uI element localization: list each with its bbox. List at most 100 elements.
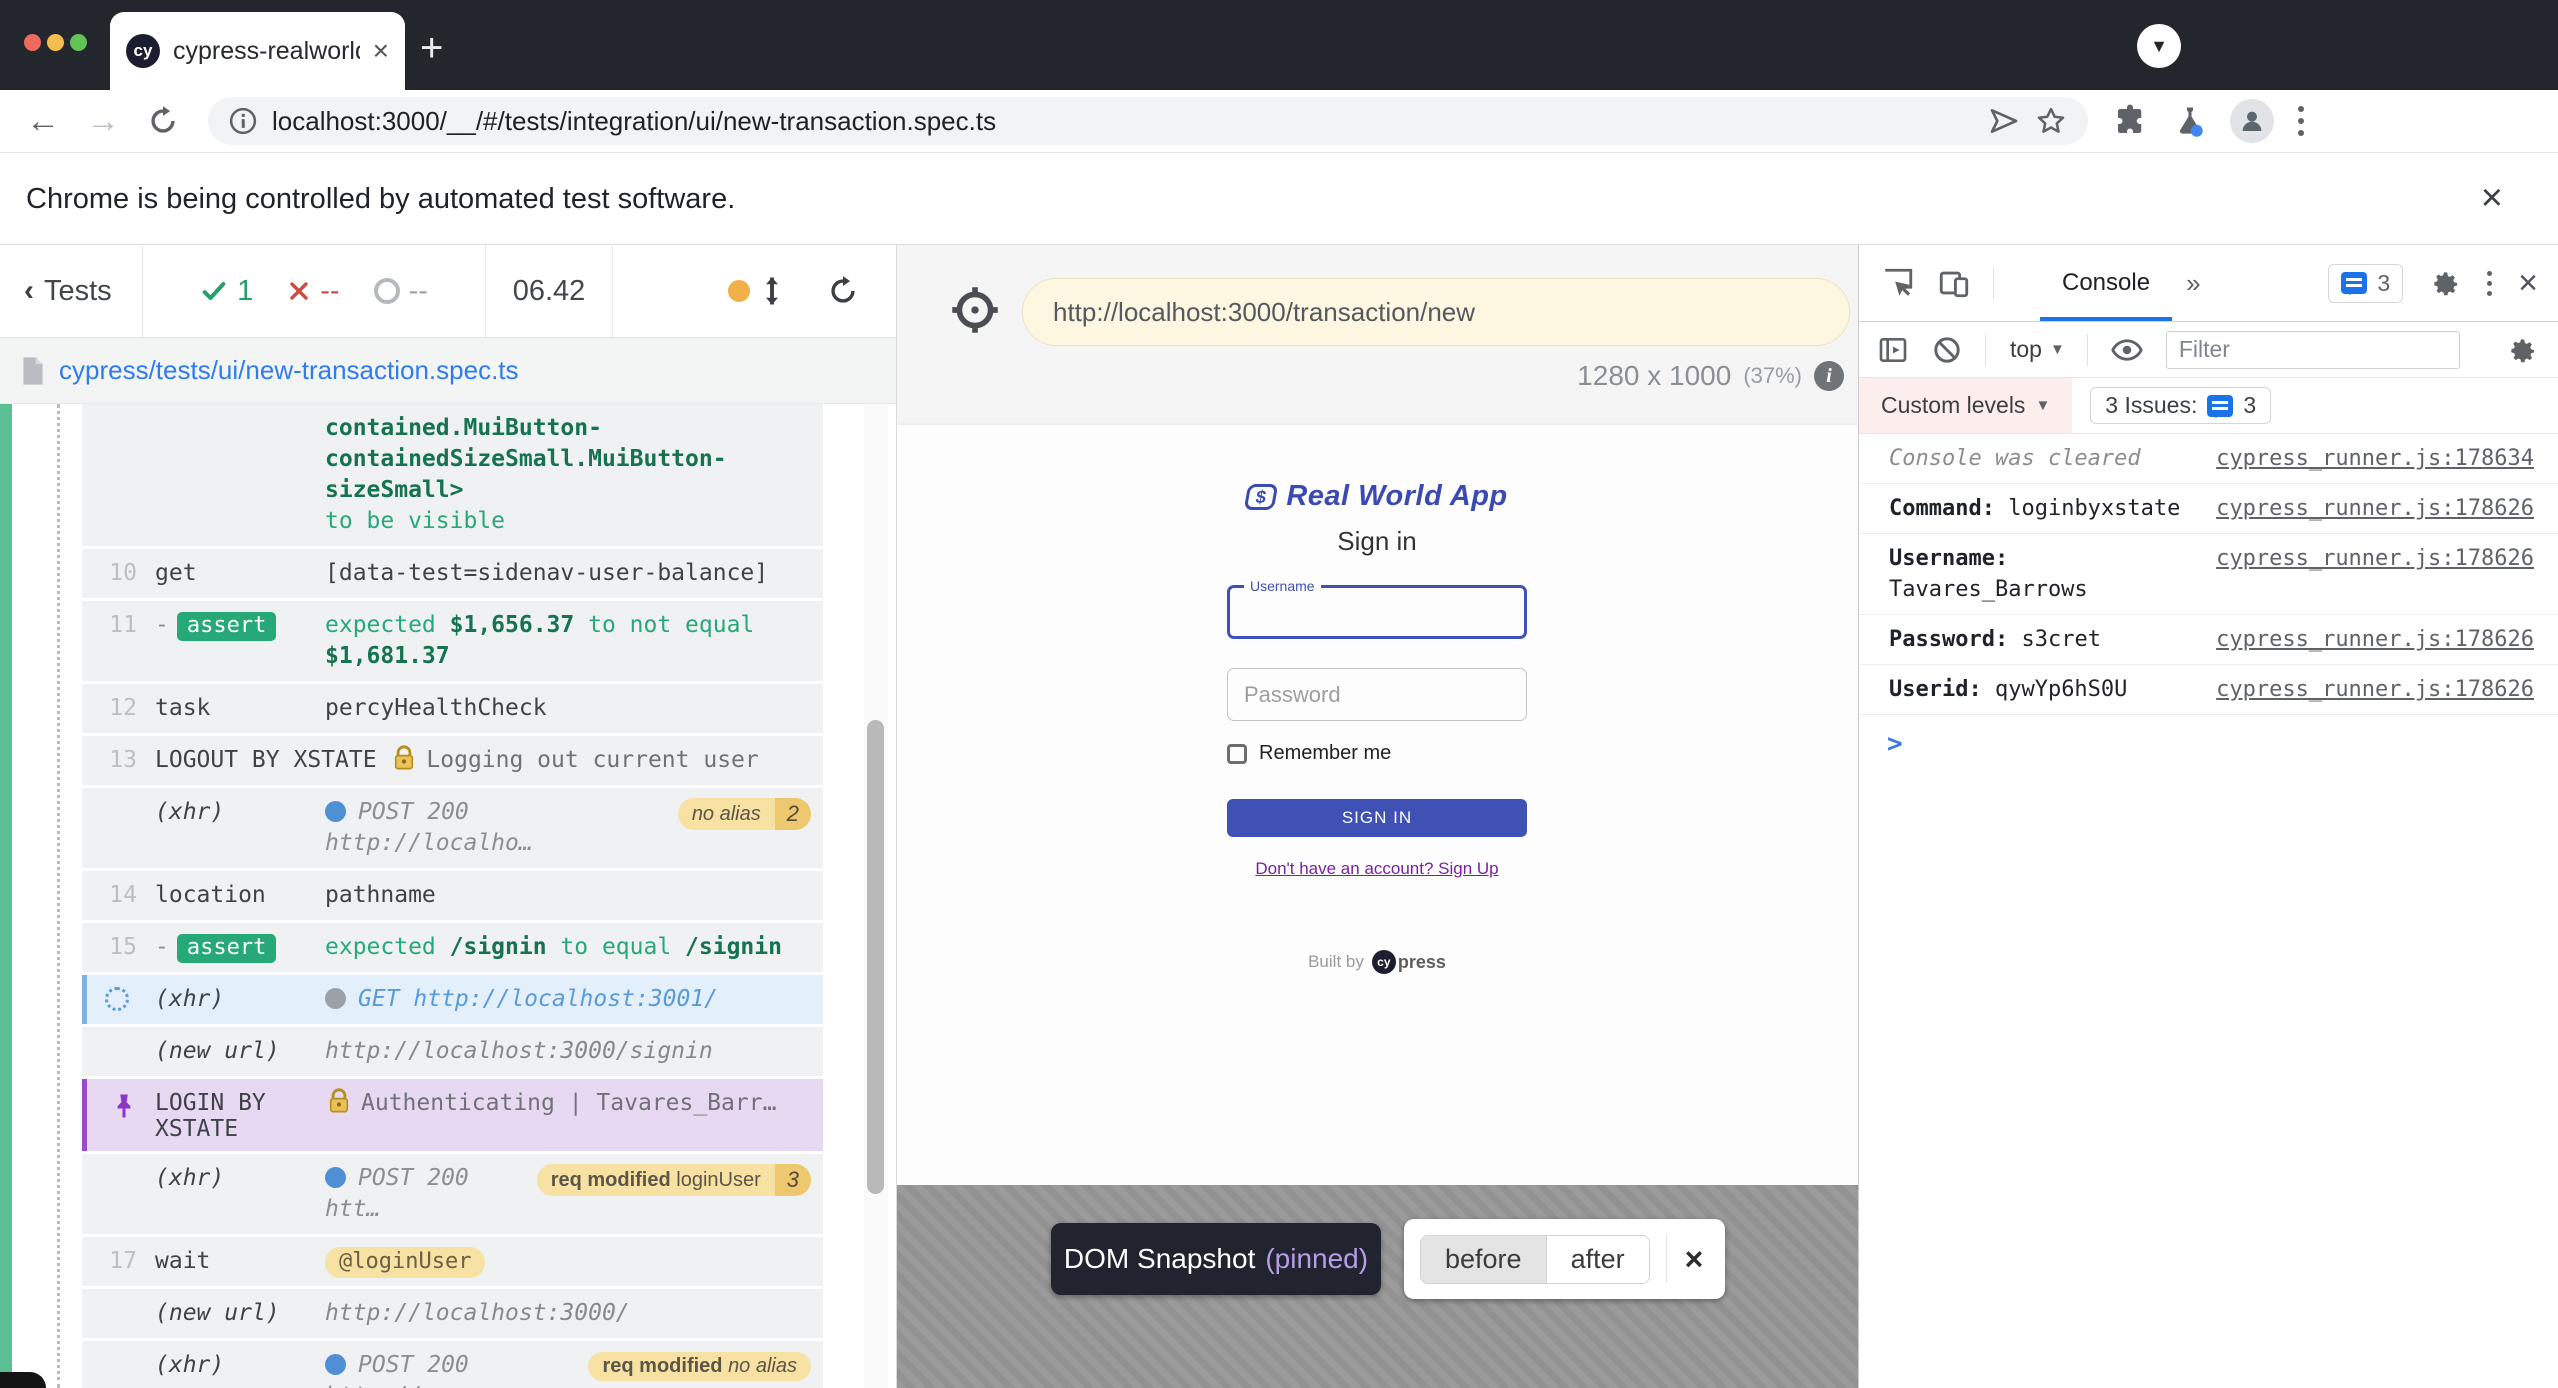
bookmark-star-icon[interactable]: [2034, 104, 2068, 138]
password-field[interactable]: Password: [1227, 668, 1527, 721]
selector-playground-icon[interactable]: [949, 284, 1001, 336]
command-row[interactable]: (xhr) GET http://localhost:3001/: [82, 975, 823, 1024]
page-info-icon[interactable]: [228, 106, 258, 136]
browser-tab[interactable]: cy cypress-realworld-app ×: [110, 12, 405, 90]
profile-avatar[interactable]: [2230, 99, 2274, 143]
console-settings-gear-icon[interactable]: [2506, 334, 2538, 366]
back-to-tests-button[interactable]: ‹ Tests: [0, 245, 142, 337]
snapshot-controls: before after ×: [1404, 1219, 1726, 1299]
viewport-info-icon[interactable]: i: [1814, 361, 1844, 391]
scrollbar-thumb[interactable]: [867, 720, 884, 1194]
devtools-close-icon[interactable]: ×: [2518, 266, 2538, 300]
command-row[interactable]: 12 task percyHealthCheck: [82, 684, 823, 733]
aut-url-field[interactable]: http://localhost:3000/transaction/new: [1022, 278, 1850, 346]
source-location-link[interactable]: cypress_runner.js:178626: [2216, 674, 2534, 705]
browser-menu-icon[interactable]: [2298, 106, 2304, 136]
reporter-scrollbar[interactable]: [864, 404, 888, 1388]
devtools-menu-icon[interactable]: [2487, 270, 2493, 296]
command-row[interactable]: (xhr) POST 200 http://… req modified no al…: [82, 1341, 823, 1388]
command-message: Authenticating | Tavares_Barr…: [325, 1088, 793, 1119]
before-button[interactable]: before: [1421, 1235, 1547, 1283]
divider: [1985, 333, 1986, 366]
remember-me-checkbox[interactable]: [1227, 743, 1247, 764]
new-tab-button[interactable]: +: [420, 28, 443, 68]
snapshot-close-icon[interactable]: ×: [1665, 1235, 1710, 1283]
badge-count: 2: [774, 798, 811, 830]
eye-icon[interactable]: [2110, 333, 2144, 367]
command-message: contained.MuiButton-containedSizeSmall.M…: [325, 413, 793, 537]
username-label: Username: [1244, 578, 1321, 594]
address-bar[interactable]: localhost:3000/__/#/tests/integration/ui…: [208, 97, 2088, 145]
browser-toolbar: ← → localhost:3000/__/#/tests/integratio…: [0, 90, 2558, 152]
url-text[interactable]: localhost:3000/__/#/tests/integration/ui…: [272, 106, 1974, 137]
tab-console[interactable]: Console: [2040, 245, 2173, 321]
source-location-link[interactable]: cypress_runner.js:178626: [2216, 543, 2534, 574]
username-field[interactable]: Username: [1227, 578, 1527, 639]
auto-scroll-toggle[interactable]: [728, 276, 784, 306]
devtools-panel: Console » 3 × top ▼ Filter Custom levels…: [1858, 245, 2558, 1388]
command-name: task: [155, 695, 211, 721]
source-location-link[interactable]: cypress_runner.js:178626: [2216, 493, 2534, 524]
command-row[interactable]: (xhr) POST 200 htt… req modified loginUser…: [82, 1154, 823, 1234]
command-row[interactable]: (xhr) POST 200 http://localho… no alias 2: [82, 788, 823, 868]
signin-heading: Sign in: [1337, 526, 1417, 556]
reload-icon[interactable]: [146, 104, 180, 138]
signup-link[interactable]: Don't have an account? Sign Up: [1255, 859, 1498, 879]
device-toolbar-icon[interactable]: [1937, 266, 1971, 300]
back-icon[interactable]: ←: [26, 102, 60, 141]
signin-button[interactable]: SIGN IN: [1227, 799, 1527, 837]
command-number: [87, 1298, 137, 1300]
console-prompt[interactable]: >: [1859, 715, 2558, 759]
forward-icon[interactable]: →: [86, 102, 120, 141]
command-message: POST 200 http://…: [325, 1350, 570, 1388]
message-segment: Logging out current user: [426, 747, 759, 773]
tabstrip-chevron-icon[interactable]: ▼: [2137, 24, 2181, 68]
send-icon[interactable]: [1988, 105, 2020, 137]
command-row[interactable]: 15 - assert expected /signin to equal /sign…: [82, 923, 823, 972]
devtools-settings-gear-icon[interactable]: [2429, 267, 2461, 299]
command-row[interactable]: LOGIN BY XSTATE Authenticating | Tavares_…: [82, 1079, 823, 1151]
source-location-link[interactable]: cypress_runner.js:178626: [2216, 624, 2534, 655]
rerun-tests-icon[interactable]: [826, 274, 860, 308]
remember-me-row: Remember me: [1227, 742, 1527, 765]
cypress-wordmark: press: [1397, 951, 1446, 972]
snapshot-title: DOM Snapshot: [1063, 1243, 1256, 1274]
command-number: [87, 1088, 137, 1126]
tab-close-icon[interactable]: ×: [373, 37, 389, 65]
command-row[interactable]: 11 - assert expected $1,656.37 to not equal…: [82, 601, 823, 681]
extensions-puzzle-icon[interactable]: [2112, 103, 2148, 139]
experiment-flask-icon[interactable]: [2172, 103, 2208, 139]
banner-close-icon[interactable]: ×: [2481, 177, 2503, 220]
command-row[interactable]: 13 LOGOUT BY XSTATE Logging out current u…: [82, 736, 823, 785]
console-messages-badge[interactable]: 3: [2328, 263, 2404, 303]
spec-file-link[interactable]: cypress/tests/ui/new-transaction.spec.ts: [59, 355, 519, 386]
clear-console-icon[interactable]: [1931, 334, 1963, 366]
command-row[interactable]: (new url) http://localhost:3000/signin: [82, 1027, 823, 1076]
command-row[interactable]: contained.MuiButton-containedSizeSmall.M…: [82, 404, 823, 546]
lock-icon: [329, 1088, 349, 1113]
request-status-dot-icon: [325, 801, 346, 822]
console-filter-input[interactable]: Filter: [2165, 330, 2460, 369]
context-selector[interactable]: top ▼: [2010, 336, 2065, 363]
command-name: (new url): [155, 1300, 280, 1326]
window-close-button[interactable]: [24, 34, 41, 51]
inspect-element-icon[interactable]: [1881, 266, 1915, 300]
cypress-circle-icon: cy: [1371, 950, 1396, 974]
automation-banner: Chrome is being controlled by automated …: [0, 152, 2558, 245]
command-name: LOGOUT BY XSTATE: [155, 747, 391, 773]
source-location-link[interactable]: cypress_runner.js:178634: [2216, 443, 2534, 474]
window-minimize-button[interactable]: [47, 34, 64, 51]
command-row[interactable]: 14 location pathname: [82, 871, 823, 920]
badges: req modified loginUser 3: [536, 1163, 811, 1196]
console-sidebar-icon[interactable]: [1877, 334, 1909, 366]
command-row[interactable]: (new url) http://localhost:3000/: [82, 1289, 823, 1338]
console-message: Password: s3cret cypress_runner.js:178626: [1859, 615, 2558, 665]
command-row[interactable]: 10 get [data-test=sidenav-user-balance]: [82, 549, 823, 598]
after-button[interactable]: after: [1546, 1235, 1649, 1283]
custom-levels-dropdown[interactable]: Custom levels ▼: [1859, 378, 2073, 433]
more-tabs-icon[interactable]: »: [2186, 268, 2200, 299]
badges: req modified no alias: [588, 1350, 811, 1381]
command-row[interactable]: 17 wait @loginUser: [82, 1237, 823, 1286]
window-zoom-button[interactable]: [70, 34, 87, 51]
issues-button[interactable]: 3 Issues: 3: [2090, 387, 2272, 424]
